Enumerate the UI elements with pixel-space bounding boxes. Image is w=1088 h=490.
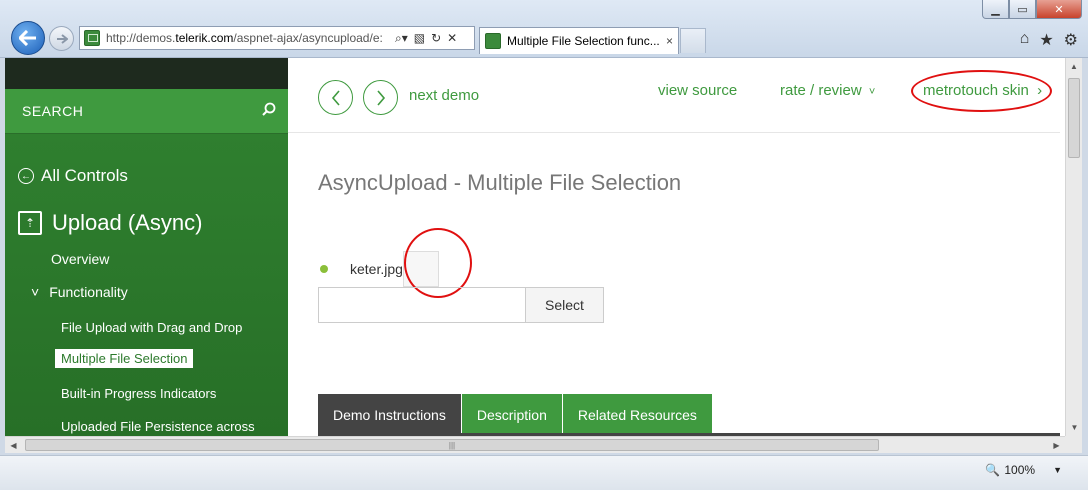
page-viewport: SEARCH ← All Controls ⇡ Upload (Async) O… (5, 58, 1065, 436)
next-demo-link[interactable]: next demo (409, 87, 479, 104)
address-url[interactable]: http://demos.telerik.com/aspnet-ajax/asy… (106, 31, 389, 45)
sidebar: SEARCH ← All Controls ⇡ Upload (Async) O… (5, 58, 288, 436)
rate-review-label: rate / review (780, 82, 862, 99)
compatibility-icon[interactable]: ▧ (414, 31, 425, 46)
zoom-control[interactable]: 🔍 100% ▼ (985, 463, 1062, 477)
back-circle-icon: ← (18, 168, 34, 184)
sidebar-search[interactable]: SEARCH (5, 89, 288, 134)
select-button[interactable]: Select (525, 287, 604, 323)
scroll-left-icon[interactable]: ◀ (5, 437, 22, 454)
sidebar-subitem[interactable]: Built-in Progress Indicators (61, 386, 216, 401)
all-controls-label: All Controls (41, 166, 128, 185)
back-button[interactable] (11, 21, 45, 55)
home-icon[interactable]: ⌂ (1020, 30, 1030, 50)
sidebar-subitem[interactable]: File Upload with Drag and Drop (61, 320, 242, 335)
new-tab-button[interactable] (680, 28, 706, 53)
browser-chrome: ▁ ▭ ✕ http://demos.telerik.com/aspnet-aj… (0, 0, 1088, 58)
address-tools: ⌕▾ ▧ ↻ ✕ (395, 31, 457, 46)
vertical-scroll-thumb[interactable] (1068, 78, 1080, 158)
section-title: Upload (Async) (52, 210, 203, 235)
minimize-button[interactable]: ▁ (982, 0, 1009, 19)
site-favicon-icon (84, 30, 100, 46)
tab-demo-instructions[interactable]: Demo Instructions (318, 394, 461, 436)
demo-tabs: Demo Instructions Description Related Re… (318, 394, 713, 436)
status-bar: 🔍 100% ▼ (0, 455, 1088, 490)
upload-icon: ⇡ (18, 211, 42, 235)
refresh-icon[interactable]: ↻ (431, 31, 441, 46)
close-window-button[interactable]: ✕ (1036, 0, 1082, 19)
search-icon[interactable] (262, 102, 276, 120)
page-title: AsyncUpload - Multiple File Selection (318, 170, 682, 195)
maximize-button[interactable]: ▭ (1009, 0, 1036, 19)
horizontal-scroll-thumb[interactable]: ||| (25, 439, 879, 451)
chevron-down-icon[interactable]: ▼ (1053, 465, 1062, 475)
tab-favicon-icon (485, 33, 501, 49)
search-label: SEARCH (22, 103, 84, 119)
file-name: keter.jpg (350, 261, 403, 277)
tab-related-resources[interactable]: Related Resources (562, 394, 712, 436)
success-dot-icon (320, 265, 328, 273)
sidebar-item-overview[interactable]: Overview (51, 251, 109, 267)
annotation-circle (911, 70, 1052, 112)
main-content: next demo view source rate / review ˅ me… (288, 58, 1060, 436)
async-upload: Select (318, 287, 604, 323)
sidebar-subitem[interactable]: Uploaded File Persistence across (61, 419, 255, 434)
favorites-star-icon[interactable]: ★ (1039, 30, 1053, 50)
search-dropdown-icon[interactable]: ⌕▾ (395, 31, 408, 46)
forward-button[interactable] (49, 26, 74, 51)
section-heading[interactable]: ⇡ Upload (Async) (18, 210, 202, 236)
browser-toolbar-icons: ⌂ ★ ⚙ (1020, 30, 1078, 50)
arrow-right-icon (56, 33, 68, 44)
url-suffix: /aspnet-ajax/asyncupload/e: (233, 31, 383, 45)
horizontal-scrollbar[interactable]: ◀ ||| ▶ (5, 436, 1065, 453)
scroll-up-icon[interactable]: ▲ (1066, 58, 1082, 75)
zoom-level: 100% (1004, 463, 1036, 477)
chevron-right-icon (376, 89, 385, 106)
sidebar-item-functionality[interactable]: ˅ Functionality (31, 284, 128, 300)
address-bar[interactable]: http://demos.telerik.com/aspnet-ajax/asy… (79, 26, 475, 50)
arrow-left-icon (19, 30, 36, 46)
window-controls: ▁ ▭ ✕ (982, 0, 1082, 19)
gear-icon[interactable]: ⚙ (1064, 30, 1078, 50)
sidebar-header (5, 58, 288, 89)
url-domain: telerik.com (175, 31, 234, 45)
view-source-link[interactable]: view source (658, 82, 737, 99)
sidebar-nav: ← All Controls ⇡ Upload (Async) Overview… (5, 134, 288, 436)
tab-title: Multiple File Selection func... (507, 34, 660, 48)
zoom-magnifier-icon: 🔍 (985, 463, 1001, 477)
all-controls-link[interactable]: ← All Controls (18, 166, 128, 186)
sidebar-subitem-selected[interactable]: Multiple File Selection (55, 349, 194, 368)
browser-tab-active[interactable]: Multiple File Selection func... × (479, 27, 679, 54)
tab-description[interactable]: Description (461, 394, 562, 436)
chevron-down-icon: ˅ (868, 86, 876, 98)
scroll-right-icon[interactable]: ▶ (1048, 437, 1065, 454)
stop-icon[interactable]: ✕ (447, 31, 457, 46)
prev-demo-button[interactable] (318, 80, 353, 115)
next-demo-button[interactable] (363, 80, 398, 115)
scrollbar-corner (1065, 436, 1082, 453)
chevron-down-icon: ˅ (31, 284, 40, 300)
file-input-field[interactable] (318, 287, 525, 323)
url-prefix: http://demos. (106, 31, 176, 45)
scroll-down-icon[interactable]: ▼ (1066, 419, 1083, 436)
functionality-label: Functionality (49, 284, 128, 300)
tab-close-icon[interactable]: × (666, 34, 673, 48)
demo-topbar: next demo view source rate / review ˅ me… (288, 58, 1060, 133)
rate-review-link[interactable]: rate / review ˅ (780, 82, 875, 99)
chevron-left-icon (331, 89, 340, 106)
vertical-scrollbar[interactable]: ▲ ▼ (1065, 58, 1082, 436)
